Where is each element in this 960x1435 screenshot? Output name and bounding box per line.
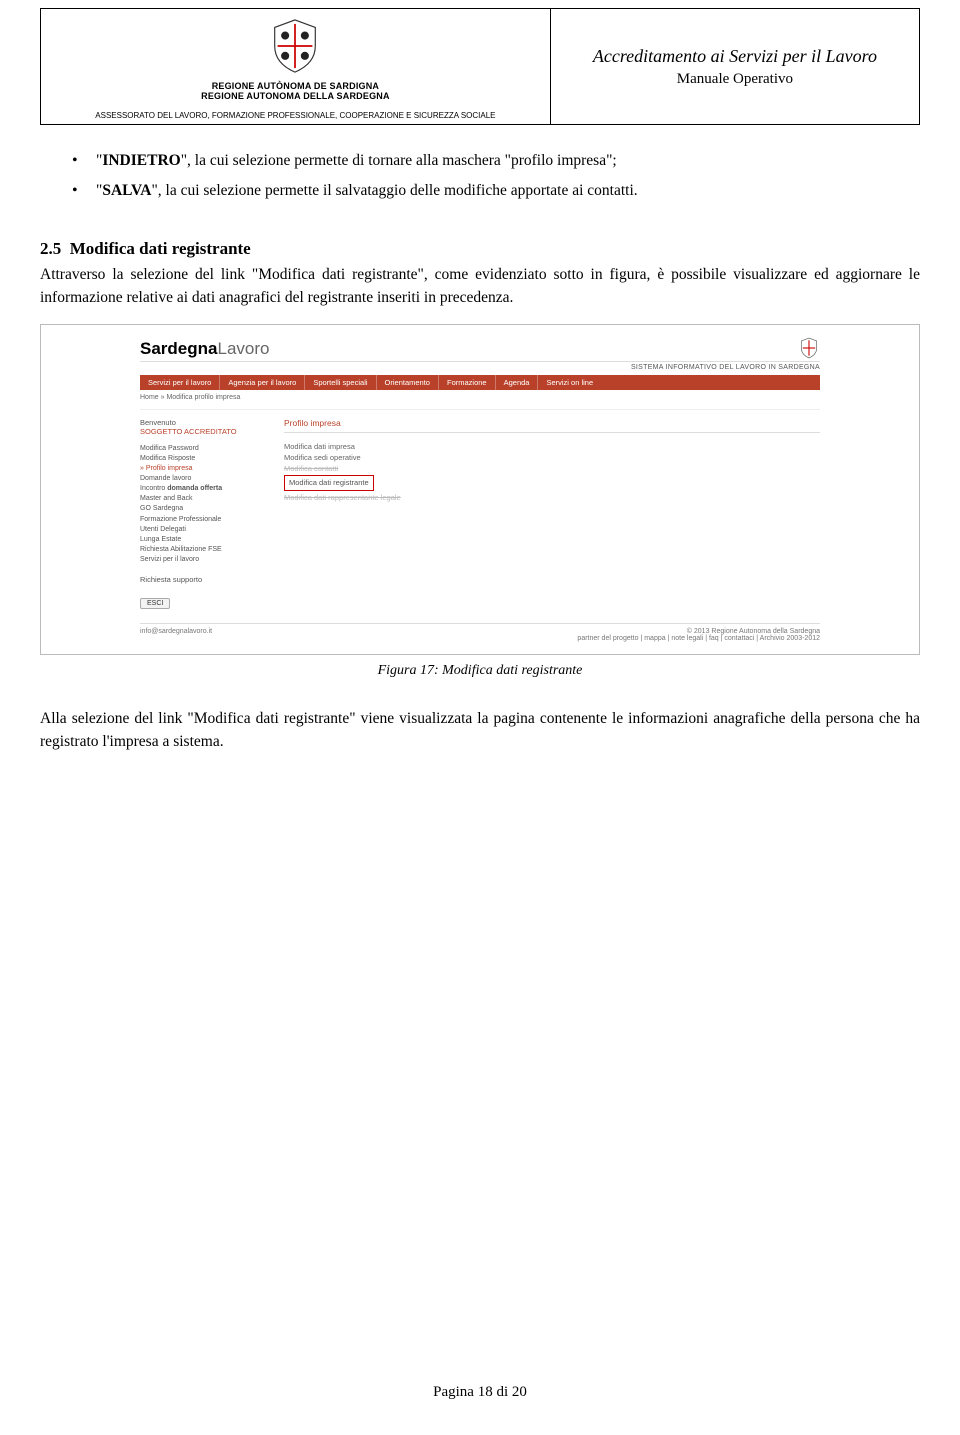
exit-button[interactable]: ESCI [140,598,170,609]
page-header: REGIONE AUTÒNOMA DE SARDIGNA REGIONE AUT… [40,8,920,125]
bullet-salva: "SALVA", la cui selezione permette il sa… [96,179,920,203]
nav-item[interactable]: Formazione [439,375,496,390]
region-crest-icon [266,17,324,75]
highlighted-link-box: Modifica dati registrante [284,475,374,490]
panel-title: Profilo impresa [284,418,820,433]
region-name-italian: REGIONE AUTONOMA DELLA SARDEGNA [45,91,546,101]
nav-item[interactable]: Agenzia per il lavoro [220,375,305,390]
document-title: Accreditamento ai Servizi per il Lavoro [559,46,911,67]
menu-link[interactable]: Modifica contatti [284,463,820,474]
indietro-label: INDIETRO [102,152,180,169]
section-paragraph: Attraverso la selezione del link "Modifi… [40,263,920,310]
main-panel: Profilo impresa Modifica dati impresa Mo… [284,418,820,610]
menu-link[interactable]: Modifica dati rappresentante legale [284,492,820,503]
bullet-text: ", la cui selezione permette di tornare … [181,152,617,169]
brand-light: Lavoro [217,339,269,358]
sidebar-item[interactable]: GO Sardegna [140,504,268,514]
sidebar-item[interactable]: Master and Back [140,494,268,504]
section-number: 2.5 [40,239,61,258]
department-name: ASSESSORATO DEL LAVORO, FORMAZIONE PROFE… [45,111,546,120]
salva-label: SALVA [102,182,151,199]
footer-links[interactable]: partner del progetto | mappa | note lega… [577,635,820,642]
breadcrumb: Home » Modifica profilo impresa [140,390,820,410]
nav-item[interactable]: Sportelli speciali [305,375,376,390]
nav-item[interactable]: Agenda [496,375,539,390]
bullet-indietro: "INDIETRO", la cui selezione permette di… [96,149,920,173]
app-brand: SardegnaLavoro [140,339,269,359]
sidebar-item-active[interactable]: » Profilo impresa [140,464,268,474]
app-navbar: Servizi per il lavoro Agenzia per il lav… [140,375,820,390]
menu-link-highlighted[interactable]: Modifica dati registrante [289,477,369,488]
region-name-sardinian: REGIONE AUTÒNOMA DE SARDIGNA [45,81,546,91]
nav-item[interactable]: Orientamento [377,375,439,390]
sidebar-user: SOGGETTO ACCREDITATO [140,427,268,436]
figure-caption: Figura 17: Modifica dati registrante [40,663,920,679]
sidebar: Benvenuto SOGGETTO ACCREDITATO Modifica … [140,418,268,610]
sidebar-item[interactable]: Lunga Estate [140,535,268,545]
sidebar-support[interactable]: Richiesta supporto [140,575,268,584]
bullet-list: "INDIETRO", la cui selezione permette di… [40,149,920,203]
section-title: Modifica dati registrante [70,239,251,258]
page-number: Pagina 18 di 20 [0,1384,960,1401]
document-subtitle: Manuale Operativo [559,71,911,88]
embedded-screenshot: SardegnaLavoro SISTEMA INFORMATIVO DEL L… [40,324,920,656]
menu-link[interactable]: Modifica dati impresa [284,441,820,452]
app-footer: info@sardegnalavoro.it © 2013 Regione Au… [140,623,820,642]
section-heading: 2.5 Modifica dati registrante [40,239,920,259]
footer-email[interactable]: info@sardegnalavoro.it [140,628,212,642]
paragraph-2: Alla selezione del link "Modifica dati r… [40,707,920,754]
nav-item[interactable]: Servizi per il lavoro [140,375,220,390]
sidebar-item[interactable]: Servizi per il lavoro [140,555,268,565]
sidebar-item[interactable]: Modifica Risposte [140,454,268,464]
sidebar-item[interactable]: Formazione Professionale [140,515,268,525]
bullet-text: ", la cui selezione permette il salvatag… [151,182,637,199]
sidebar-item[interactable]: Richiesta Abilitazione FSE [140,545,268,555]
sidebar-item: Incontro domanda offerta [140,484,268,494]
nav-item[interactable]: Servizi on line [538,375,601,390]
brand-bold: Sardegna [140,339,217,358]
footer-copyright: © 2013 Regione Autonoma della Sardegna [577,628,820,635]
sidebar-item[interactable]: Utenti Delegati [140,525,268,535]
sidebar-item[interactable]: Modifica Password [140,444,268,454]
app-tagline: SISTEMA INFORMATIVO DEL LAVORO IN SARDEG… [140,361,820,371]
sidebar-welcome: Benvenuto [140,418,268,427]
mini-crest-icon [798,337,820,359]
sidebar-item[interactable]: Domande lavoro [140,474,268,484]
menu-link[interactable]: Modifica sedi operative [284,452,820,463]
